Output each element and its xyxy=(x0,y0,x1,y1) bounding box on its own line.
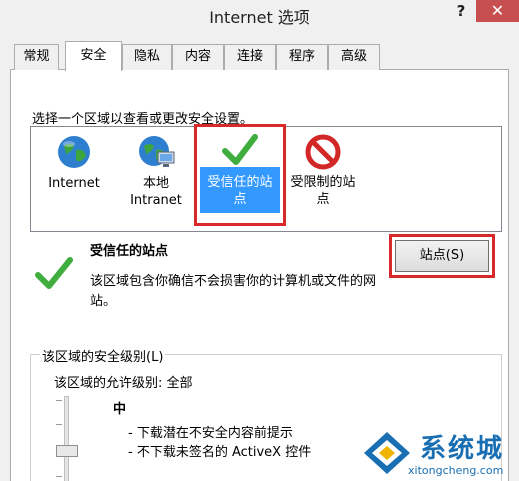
security-level-slider-track[interactable] xyxy=(64,396,69,481)
tab-general[interactable]: 常规 xyxy=(14,44,59,70)
watermark-name: 系统城 xyxy=(420,434,505,464)
close-button[interactable]: ✕ xyxy=(476,0,519,22)
window-title: Internet 选项 xyxy=(209,8,310,27)
security-level-name: 中 xyxy=(113,402,127,417)
selected-zone-title: 受信任的站点 xyxy=(90,244,169,259)
tab-advanced[interactable]: 高级 xyxy=(328,44,380,70)
tab-programs[interactable]: 程序 xyxy=(276,44,328,70)
slider-tick xyxy=(56,424,62,425)
zone-internet[interactable]: Internet xyxy=(44,134,104,214)
watermark: 系统城 xitongcheng.com xyxy=(360,428,519,481)
trusted-zone-check-icon xyxy=(35,257,73,289)
slider-tick xyxy=(56,476,62,477)
zone-restricted-sites-label-1: 受限制的站 xyxy=(290,175,356,190)
watermark-url: xitongcheng.com xyxy=(408,464,504,477)
security-level-bullet: - 下载潜在不安全内容前提示 xyxy=(128,426,293,441)
security-level-slider-thumb[interactable] xyxy=(56,445,78,457)
tab-connections[interactable]: 连接 xyxy=(224,44,276,70)
globe-icon xyxy=(58,136,90,168)
help-button[interactable]: ? xyxy=(452,2,470,24)
slider-tick xyxy=(56,400,62,401)
zone-restricted-sites-label-2: 点 xyxy=(316,192,330,207)
zone-local-intranet-label-1: 本地 xyxy=(142,176,169,191)
tab-privacy[interactable]: 隐私 xyxy=(122,44,172,70)
zone-local-intranet[interactable]: 本地 Intranet xyxy=(124,134,188,214)
trusted-zone-highlight-box xyxy=(194,124,286,226)
watermark-logo-icon xyxy=(364,432,410,474)
allowed-levels: 该区域的允许级别: 全部 xyxy=(54,376,193,391)
selected-zone-description: 该区域包含你确信不会损害你的计算机或文件的网站。 xyxy=(90,274,377,309)
security-level-bullet: - 不下载未签名的 ActiveX 控件 xyxy=(128,445,312,460)
tab-content[interactable]: 内容 xyxy=(172,44,224,70)
zone-internet-label: Internet xyxy=(48,176,100,191)
security-level-legend: 该区域的安全级别(L) xyxy=(40,346,166,365)
zone-local-intranet-label-2: Intranet xyxy=(130,193,182,208)
sites-button-highlight-box xyxy=(389,234,495,278)
title-bar: Internet 选项 ? ✕ xyxy=(0,0,519,30)
tab-security[interactable]: 安全 xyxy=(65,41,122,71)
zone-restricted-sites[interactable]: 受限制的站 点 xyxy=(284,134,362,214)
intranet-icon xyxy=(139,136,175,167)
no-entry-icon xyxy=(305,134,341,170)
